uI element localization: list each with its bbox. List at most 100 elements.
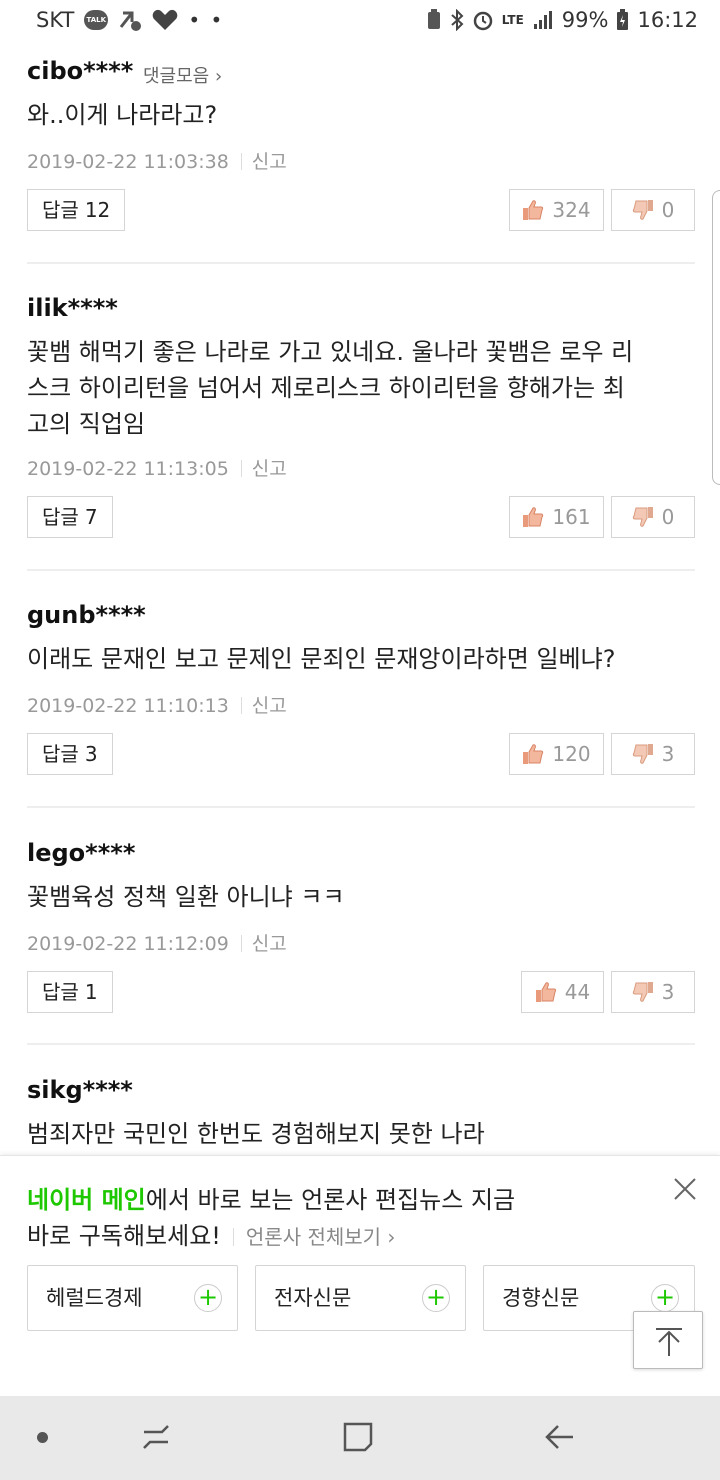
- thumb-down-icon: [632, 744, 653, 764]
- dislike-count: 3: [661, 742, 675, 766]
- like-count: 44: [564, 980, 591, 1004]
- comment-username[interactable]: cibo****: [27, 57, 133, 85]
- comment-text: 와..이게 나라라고?: [27, 101, 218, 129]
- comment-collection-label: 댓글모음: [143, 66, 210, 87]
- separator: [240, 460, 242, 477]
- comment-text-line: 꽃뱀 해먹기 좋은 나라로 가고 있네요. 울나라 꽃뱀은 로우 리: [27, 338, 634, 366]
- all-press-link[interactable]: 언론사 전체보기 ›: [246, 1225, 396, 1249]
- carrier-label: SKT: [36, 8, 75, 32]
- separator: [240, 935, 242, 952]
- press-name: 헤럴드경제: [46, 1286, 143, 1310]
- thumb-down-icon: [632, 982, 653, 1002]
- dislike-button[interactable]: 3: [611, 733, 695, 775]
- bluetooth-icon: [451, 9, 464, 31]
- recent-apps-icon[interactable]: [140, 1422, 172, 1452]
- close-icon[interactable]: [672, 1176, 698, 1202]
- scroll-top-button[interactable]: [633, 1311, 703, 1369]
- comment-text: 이래도 문재인 보고 문제인 문죄인 문재앙이라하면 일베냐?: [27, 645, 616, 673]
- comment-date: 2019-02-22 11:12:09: [27, 933, 229, 955]
- battery-saver-icon: [427, 9, 440, 29]
- comment-date: 2019-02-22 11:13:05: [27, 458, 229, 480]
- reply-button[interactable]: 답글 12: [27, 189, 126, 231]
- heart-icon: [153, 9, 178, 31]
- press-subscribe-button[interactable]: 전자신문 +: [255, 1265, 466, 1331]
- reply-count: 7: [84, 505, 98, 529]
- status-bar: SKT TALK • • LTE 99% 16:12: [0, 0, 720, 44]
- comment-text-line: 스크 하이리턴을 넘어서 제로리스크 하이리턴을 향해가는 최: [27, 374, 625, 402]
- comment-username[interactable]: ilik****: [27, 294, 118, 322]
- clock: 16:12: [637, 8, 698, 32]
- press-subscribe-button[interactable]: 헤럴드경제 +: [27, 1265, 238, 1331]
- signal-icon: [533, 11, 552, 29]
- arrow-up-icon: [656, 1328, 682, 1356]
- banner-subscribe-text: 바로 구독해보세요!: [27, 1222, 221, 1250]
- network-type-label: LTE: [501, 13, 524, 27]
- kakaotalk-icon: TALK: [84, 10, 109, 30]
- divider: [27, 1043, 695, 1045]
- comment-text: 범죄자만 국민인 한번도 경험해보지 못한 나라: [27, 1120, 485, 1148]
- more-notifications-icon: • •: [188, 8, 225, 32]
- banner-message-line2: 바로 구독해보세요! 언론사 전체보기 ›: [27, 1216, 395, 1251]
- reply-label: 답글: [42, 742, 79, 766]
- reply-count: 3: [84, 742, 98, 766]
- comment-collection-link[interactable]: 댓글모음 ›: [143, 62, 222, 88]
- comment-text: 꽃뱀 해먹기 좋은 나라로 가고 있네요. 울나라 꽃뱀은 로우 리 스크 하이…: [27, 334, 697, 442]
- chevron-right-icon: ›: [381, 1225, 396, 1249]
- all-press-label: 언론사 전체보기: [245, 1225, 382, 1249]
- scroll-handle[interactable]: [712, 190, 720, 485]
- dislike-count: 0: [661, 198, 675, 222]
- report-link[interactable]: 신고: [252, 933, 287, 955]
- divider: [27, 262, 695, 264]
- reply-button[interactable]: 답글 1: [27, 971, 113, 1013]
- thumb-up-icon: [523, 200, 544, 220]
- comment-meta: 2019-02-22 11:13:05 신고: [27, 454, 287, 481]
- dislike-button[interactable]: 0: [611, 189, 695, 231]
- battery-percent: 99%: [561, 8, 609, 32]
- dislike-button[interactable]: 0: [611, 496, 695, 538]
- like-button[interactable]: 120: [509, 733, 604, 775]
- divider: [27, 569, 695, 571]
- separator: [240, 697, 242, 714]
- divider: [27, 806, 695, 808]
- report-link[interactable]: 신고: [252, 151, 287, 173]
- thumb-up-icon: [535, 982, 556, 1002]
- thumb-up-icon: [523, 744, 544, 764]
- report-link[interactable]: 신고: [252, 458, 287, 480]
- back-icon[interactable]: [543, 1422, 577, 1452]
- like-button[interactable]: 324: [509, 189, 604, 231]
- comment-username[interactable]: sikg****: [27, 1076, 133, 1104]
- comment-username[interactable]: lego****: [27, 839, 135, 867]
- banner-message-rest: 에서 바로 보는 언론사 편집뉴스 지금: [145, 1186, 516, 1214]
- press-name: 전자신문: [274, 1286, 352, 1310]
- reply-button[interactable]: 답글 7: [27, 496, 113, 538]
- separator: [232, 1228, 234, 1246]
- dislike-button[interactable]: 3: [611, 971, 695, 1013]
- chevron-right-icon: ›: [209, 66, 223, 87]
- like-button[interactable]: 44: [521, 971, 604, 1013]
- plus-icon: +: [651, 1284, 679, 1312]
- reply-count: 1: [84, 980, 98, 1004]
- status-right: LTE 99% 16:12: [426, 8, 698, 32]
- dislike-count: 3: [661, 980, 675, 1004]
- comment-meta: 2019-02-22 11:12:09 신고: [27, 929, 287, 956]
- reply-label: 답글: [42, 505, 79, 529]
- reply-label: 답글: [42, 198, 79, 222]
- press-name: 경향신문: [502, 1286, 580, 1310]
- plus-icon: +: [422, 1284, 450, 1312]
- like-button[interactable]: 161: [509, 496, 604, 538]
- system-nav-bar: [0, 1396, 720, 1480]
- comment-username[interactable]: gunb****: [27, 601, 146, 629]
- banner-message: 네이버 메인에서 바로 보는 언론사 편집뉴스 지금: [27, 1180, 515, 1215]
- home-icon[interactable]: [341, 1420, 375, 1454]
- alarm-icon: [473, 11, 492, 31]
- nav-dot-icon[interactable]: [37, 1432, 48, 1443]
- battery-icon: [617, 9, 629, 30]
- reply-button[interactable]: 답글 3: [27, 733, 113, 775]
- like-count: 324: [552, 198, 591, 222]
- comment-date: 2019-02-22 11:03:38: [27, 151, 229, 173]
- report-link[interactable]: 신고: [252, 695, 287, 717]
- like-count: 161: [552, 505, 591, 529]
- comment-meta: 2019-02-22 11:03:38 신고: [27, 147, 287, 174]
- thumb-down-icon: [632, 507, 653, 527]
- comment-date: 2019-02-22 11:10:13: [27, 695, 229, 717]
